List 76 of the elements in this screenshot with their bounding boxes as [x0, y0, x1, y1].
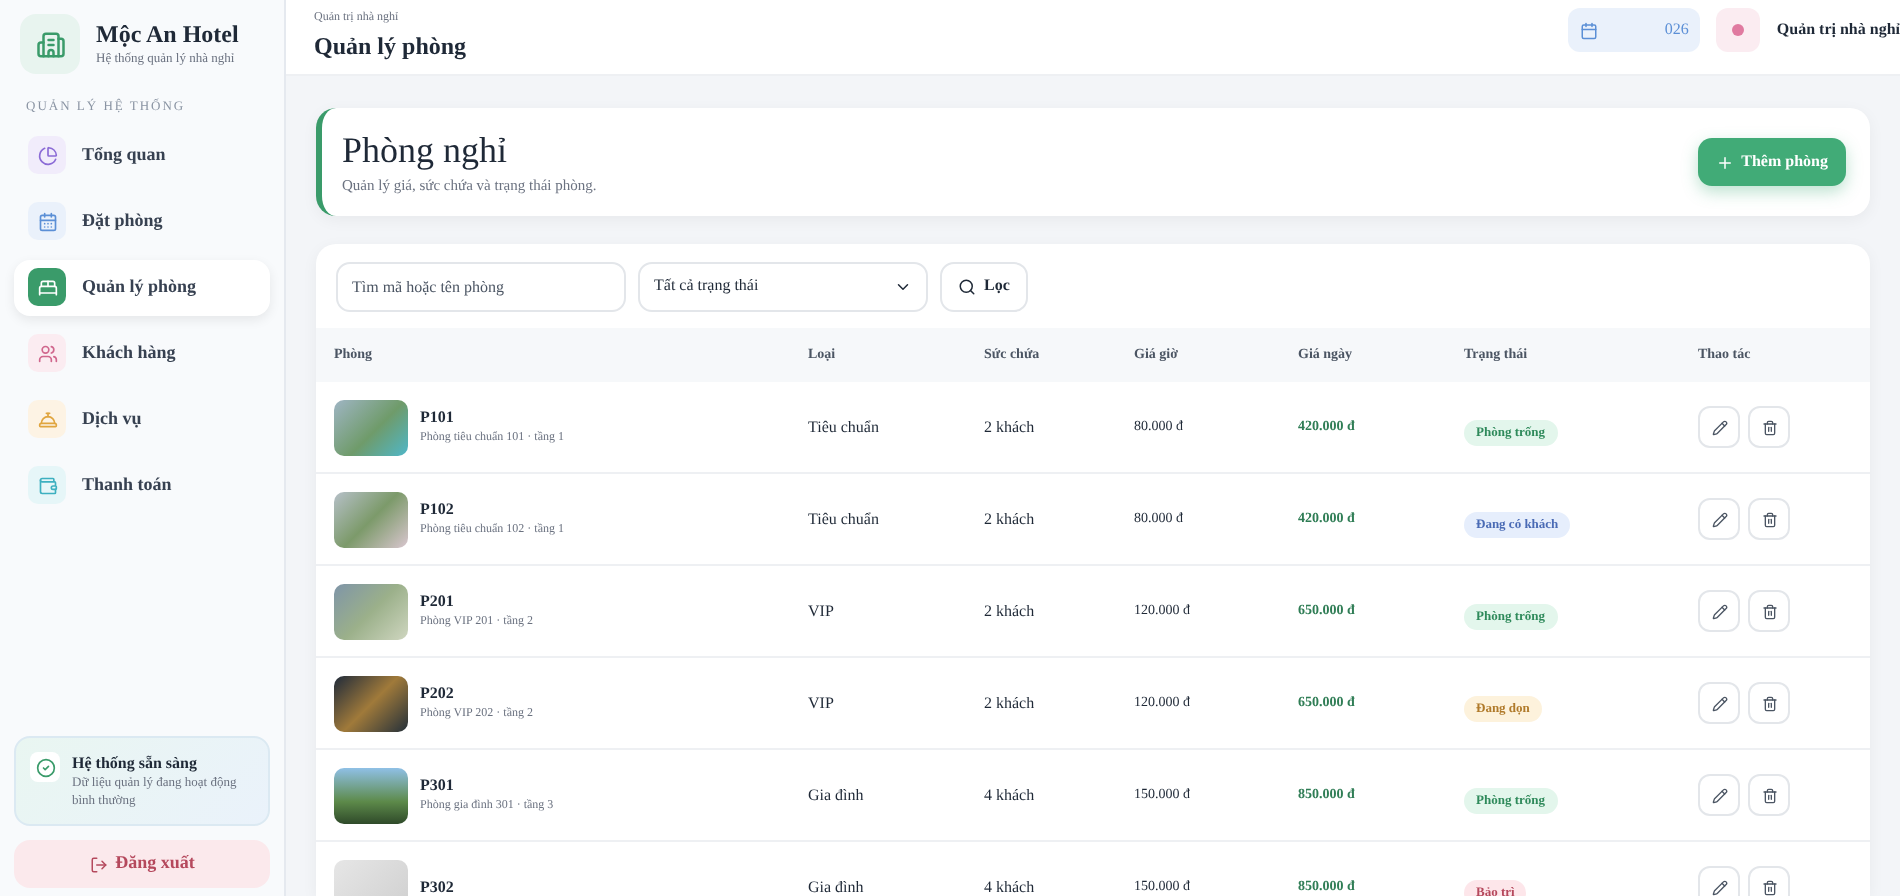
room-photo-placeholder — [334, 583, 408, 639]
sidebar-item[interactable]: Đặt phòng — [14, 193, 270, 250]
calendar-icon — [28, 202, 66, 241]
table-cell-text: 4 khách — [984, 783, 1037, 807]
edit-button[interactable] — [1698, 866, 1740, 896]
table-cell-text: 2 khách — [984, 599, 1037, 623]
table-cell-text: VIP — [808, 599, 836, 623]
edit-button[interactable] — [1698, 682, 1740, 724]
table-cell-text: Gia đình — [808, 783, 866, 807]
room-code: P101 — [420, 406, 456, 430]
sidebar-item[interactable]: Khách hàng — [14, 325, 270, 382]
table-cell-text: Gia đình — [808, 875, 866, 896]
table-cell-text: 2 khách — [984, 415, 1037, 439]
page-title: Quản lý phòng — [314, 30, 467, 64]
plus-icon — [1715, 153, 1734, 171]
logout-icon — [89, 855, 108, 873]
table-cell-text: 2 khách — [984, 507, 1037, 531]
delete-button[interactable] — [1748, 406, 1790, 448]
room-photo-placeholder — [334, 675, 408, 731]
pencil-icon — [1711, 879, 1727, 895]
room-code: P102 — [420, 498, 456, 522]
search-field[interactable]: Tìm mã hoặc tên phòng — [336, 261, 626, 311]
sidebar-item[interactable]: Tổng quan — [14, 127, 270, 184]
delete-button[interactable] — [1748, 682, 1790, 724]
sidebar-item[interactable]: Dịch vụ — [14, 391, 270, 448]
edit-button[interactable] — [1698, 590, 1740, 632]
pencil-icon — [1711, 511, 1727, 527]
delete-button[interactable] — [1748, 590, 1790, 632]
sidebar-item[interactable]: Quản lý phòng — [14, 259, 270, 316]
table-cell-text: 4 khách — [984, 875, 1037, 896]
table-cell-text: VIP — [808, 691, 836, 715]
status-select[interactable]: Tất cả trạng thái — [638, 261, 928, 311]
pie-chart-icon — [28, 136, 66, 175]
sidebar-item[interactable]: Thanh toán — [14, 457, 270, 514]
status-title: Hệ thống sẵn sàng — [72, 752, 199, 777]
trash-icon — [1761, 603, 1777, 619]
pencil-icon — [1711, 695, 1727, 711]
logout-button[interactable]: Đăng xuất — [14, 840, 270, 888]
pencil-icon — [1711, 603, 1727, 619]
filter-button[interactable]: Lọc — [940, 261, 1028, 311]
wallet-icon — [28, 466, 66, 505]
trash-icon — [1761, 419, 1777, 435]
table-cell-text: Tiêu chuẩn — [808, 415, 881, 439]
hotel-logo-icon — [20, 14, 80, 74]
search-icon — [958, 277, 976, 295]
edit-button[interactable] — [1698, 498, 1740, 540]
avatar — [1716, 8, 1761, 52]
room-code: P302 — [420, 875, 454, 896]
bell-icon — [28, 400, 66, 439]
hero-title: Phòng nghỉ — [342, 128, 510, 174]
trash-icon — [1761, 511, 1777, 527]
check-icon — [30, 752, 60, 783]
delete-button[interactable] — [1748, 498, 1790, 540]
room-code: P301 — [420, 774, 456, 798]
delete-button[interactable] — [1748, 866, 1790, 896]
room-photo-placeholder — [334, 767, 408, 823]
trash-icon — [1761, 695, 1777, 711]
calendar-icon — [1580, 21, 1599, 39]
user-name: Quản trị nhà nghỉ — [1776, 18, 1900, 42]
room-code: P202 — [420, 682, 456, 706]
room-photo-placeholder — [334, 399, 408, 455]
bed-icon — [28, 268, 66, 307]
edit-button[interactable] — [1698, 406, 1740, 448]
room-photo-placeholder — [334, 491, 408, 547]
table-cell-text: 2 khách — [984, 691, 1037, 715]
pencil-icon — [1711, 787, 1727, 803]
pencil-icon — [1711, 419, 1727, 435]
delete-button[interactable] — [1748, 774, 1790, 816]
brand-name: Mộc An Hotel — [96, 19, 239, 50]
users-icon — [28, 334, 66, 373]
trash-icon — [1761, 787, 1777, 803]
date-chip: 026 — [1568, 8, 1701, 52]
table-cell-text: Tiêu chuẩn — [808, 507, 881, 531]
room-code: P201 — [420, 590, 456, 614]
edit-button[interactable] — [1698, 774, 1740, 816]
trash-icon — [1761, 879, 1777, 895]
